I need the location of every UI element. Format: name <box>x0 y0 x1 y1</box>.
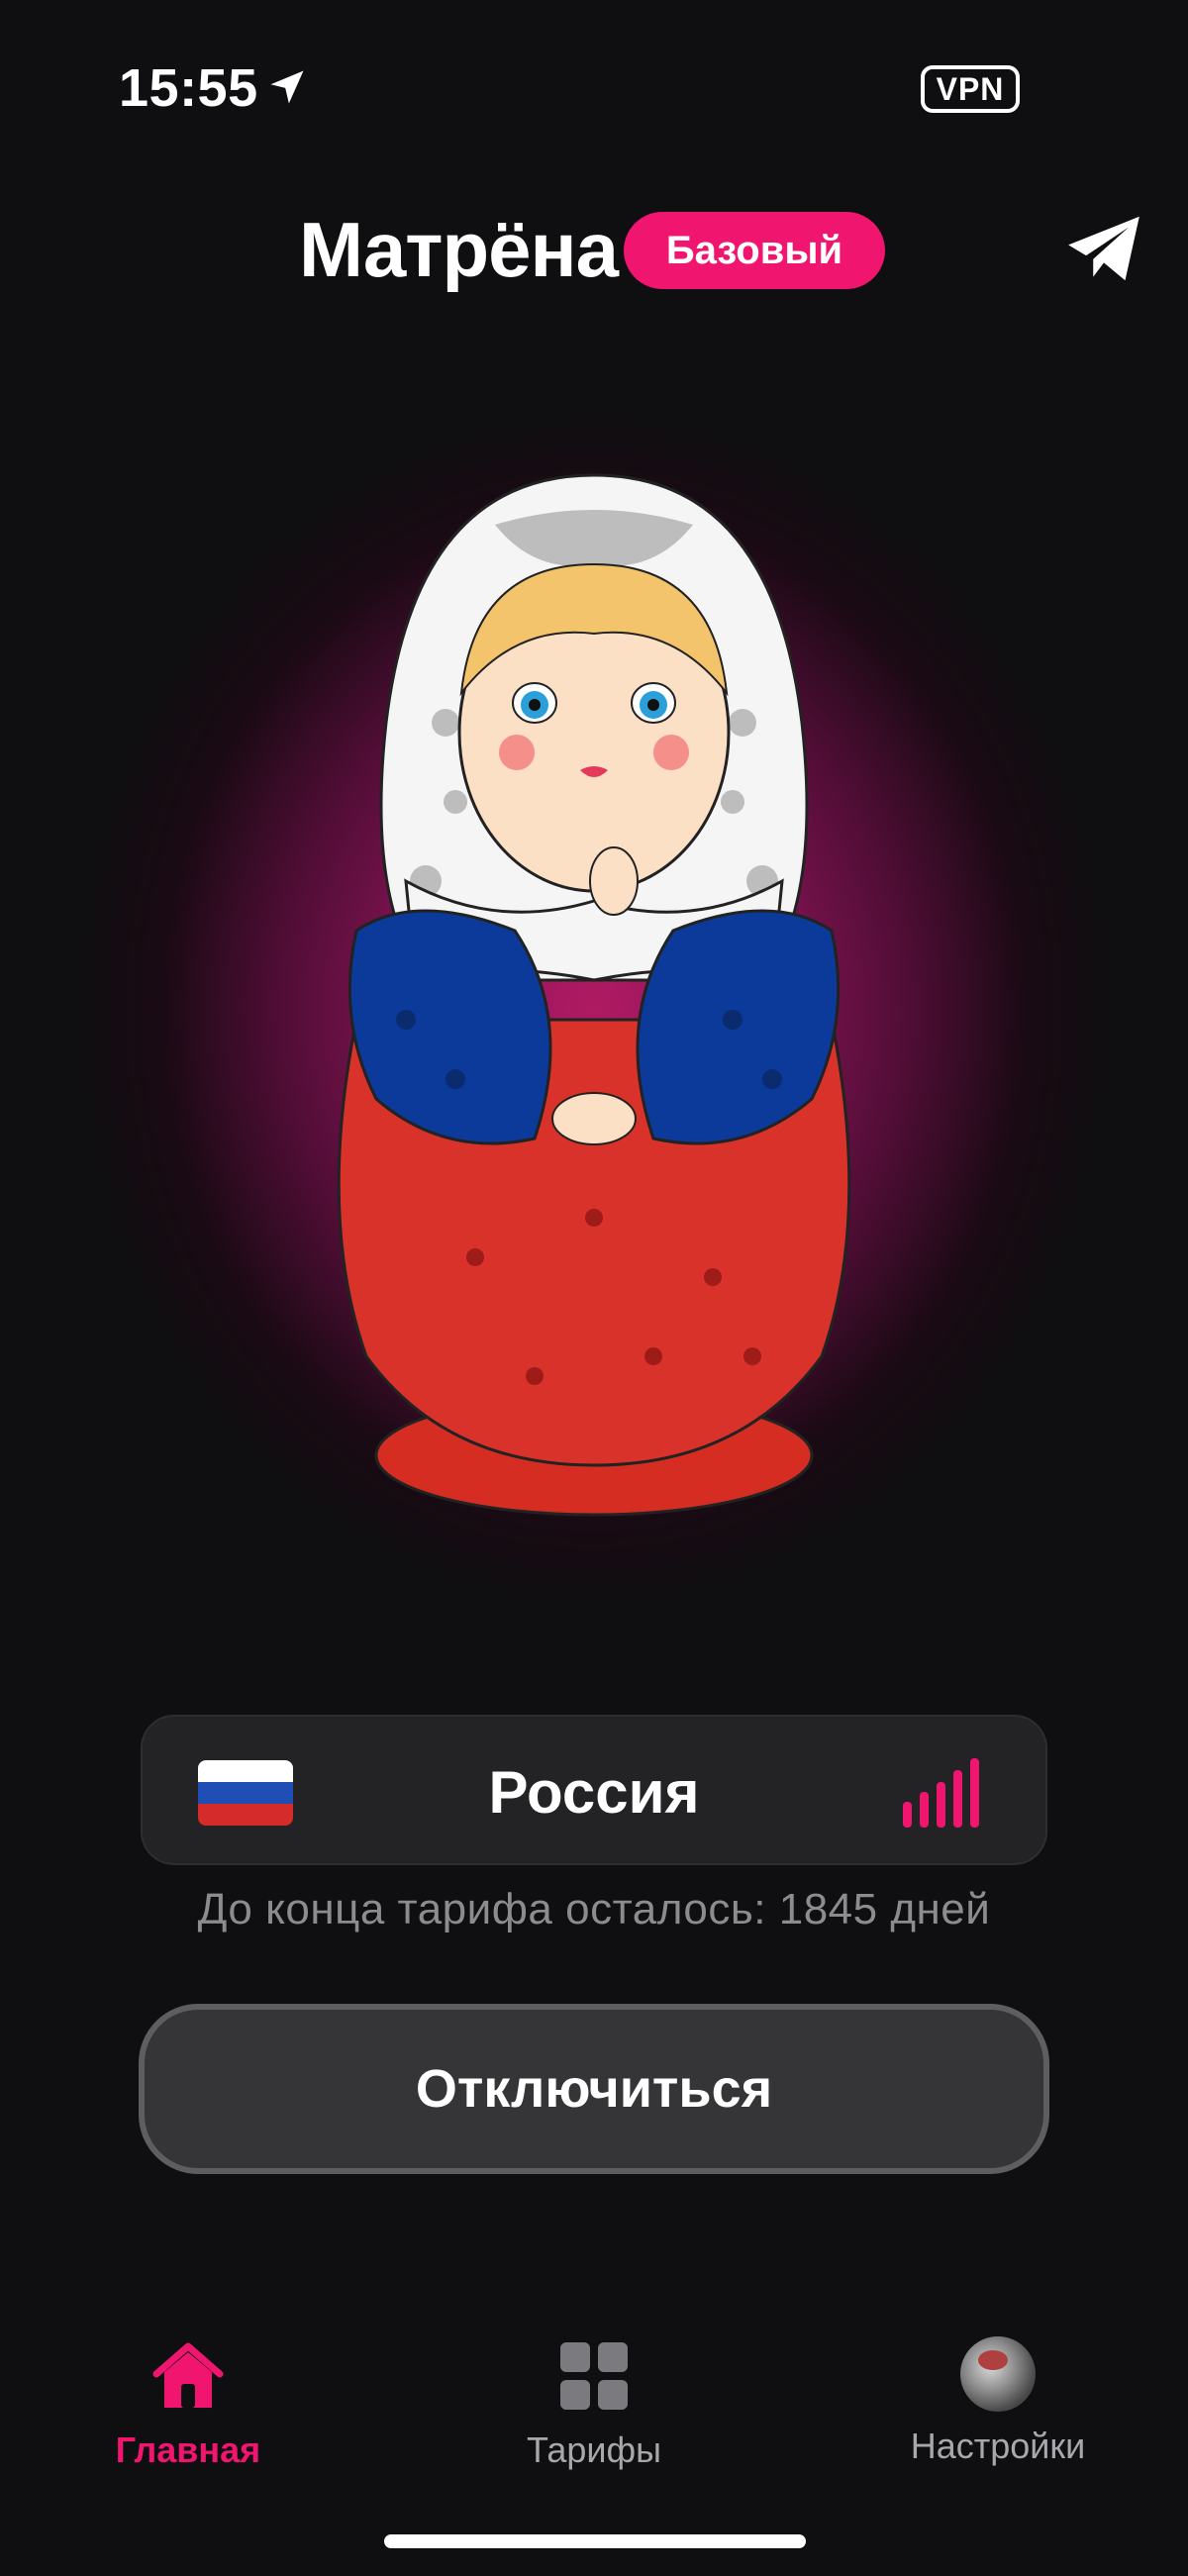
telegram-icon[interactable] <box>1061 206 1146 291</box>
status-time: 15:55 <box>119 58 258 118</box>
tab-home[interactable]: Главная <box>40 2336 337 2471</box>
tab-settings[interactable]: Настройки <box>849 2336 1146 2467</box>
disconnect-button[interactable]: Отключиться <box>139 2004 1049 2174</box>
server-selector[interactable]: Россия <box>141 1715 1047 1865</box>
matryoshka-illustration <box>337 473 851 1517</box>
app-title: Матрёна <box>299 206 619 293</box>
tab-plans-label: Тарифы <box>526 2429 662 2470</box>
header: Матрёна Базовый <box>0 198 1188 301</box>
tab-settings-label: Настройки <box>910 2426 1086 2466</box>
tab-home-label: Главная <box>115 2429 261 2470</box>
signal-strength-icon <box>903 1758 979 1828</box>
home-indicator[interactable] <box>384 2534 806 2548</box>
location-arrow-icon <box>270 70 304 104</box>
home-icon <box>152 2342 224 2408</box>
plan-badge[interactable]: Базовый <box>624 212 885 289</box>
vpn-indicator: VPN <box>921 65 1020 113</box>
avatar <box>960 2336 1036 2412</box>
grid-icon <box>560 2342 628 2410</box>
tab-plans[interactable]: Тарифы <box>446 2336 742 2471</box>
subscription-remaining: До конца тарифа осталось: 1845 дней <box>197 1885 991 1933</box>
